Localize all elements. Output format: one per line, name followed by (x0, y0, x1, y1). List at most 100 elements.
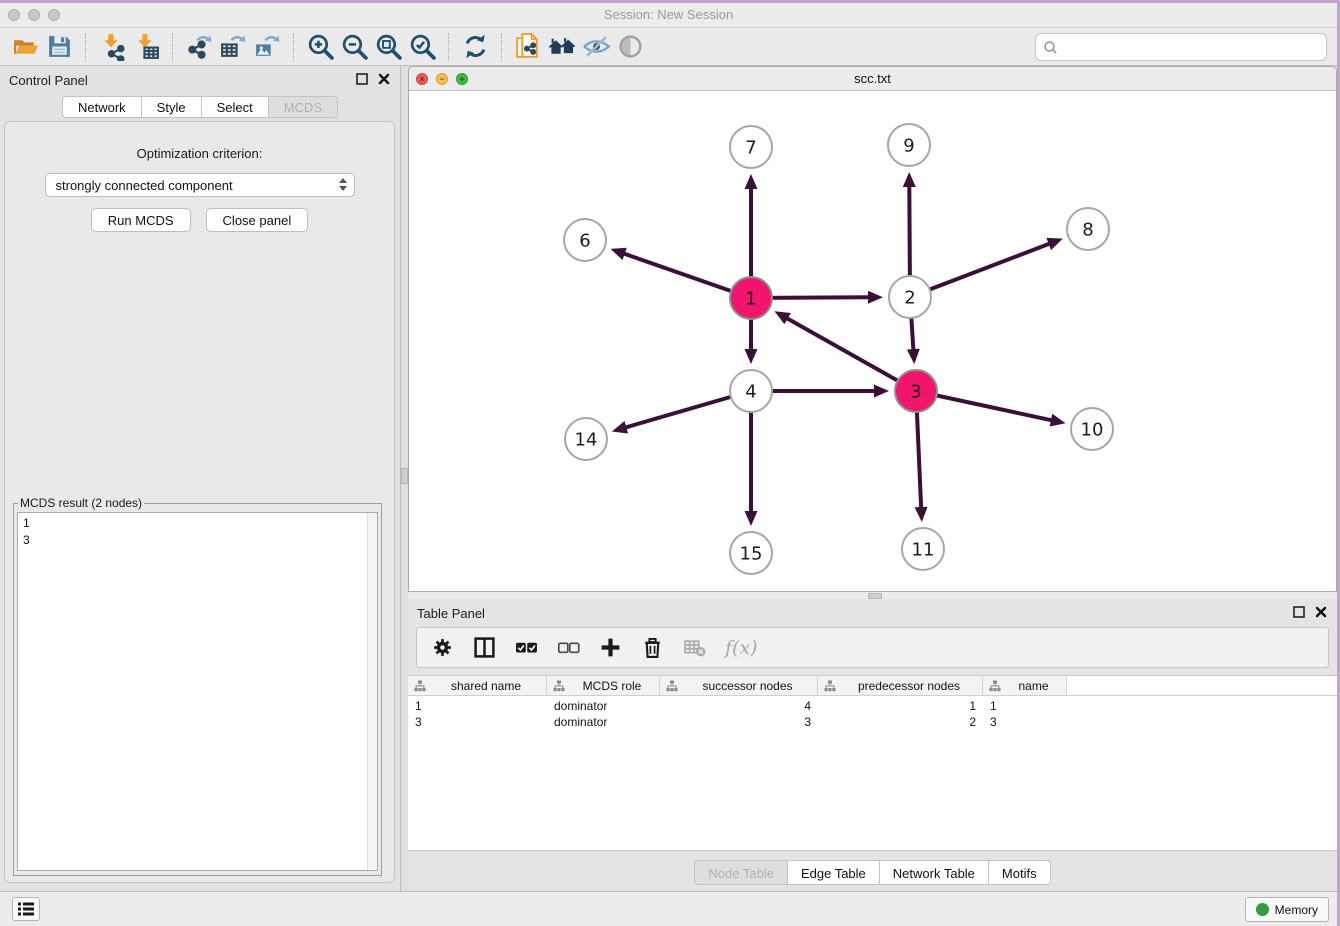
table-panel-header: Table Panel (408, 599, 1337, 626)
hide-selected-icon[interactable] (579, 31, 613, 63)
network-canvas[interactable]: 7 9 6 8 1 2 4 3 14 10 15 11 (409, 91, 1336, 591)
graph-node-8[interactable]: 8 (1067, 208, 1109, 250)
deselect-all-icon[interactable] (557, 636, 580, 659)
tab-motifs[interactable]: Motifs (989, 860, 1051, 885)
table-panel-title: Table Panel (417, 606, 485, 621)
tab-style[interactable]: Style (142, 96, 202, 118)
table-header-row: shared nameMCDS rolesuccessor nodesprede… (408, 676, 1337, 696)
tab-network[interactable]: Network (62, 96, 142, 118)
memory-status-icon (1256, 903, 1269, 916)
table-cell: 1 (818, 698, 983, 714)
export-table-icon[interactable] (216, 31, 250, 63)
zoom-in-icon[interactable] (303, 31, 337, 63)
control-panel: Control Panel NetworkStyleSelectMCDS Opt… (0, 66, 401, 891)
graph-node-4[interactable]: 4 (730, 370, 772, 412)
graph-node-6[interactable]: 6 (564, 219, 606, 261)
table-row[interactable]: 3dominator323 (408, 714, 1337, 730)
result-line: 1 (23, 515, 372, 532)
horizontal-splitter[interactable] (408, 592, 1337, 599)
node-table: shared nameMCDS rolesuccessor nodesprede… (408, 675, 1337, 851)
toolbar-separator (448, 33, 449, 61)
list-icon (14, 898, 38, 920)
graph-node-7[interactable]: 7 (730, 126, 772, 168)
mcds-tab-pane: Optimization criterion: strongly connect… (4, 121, 395, 883)
tab-network-table[interactable]: Network Table (880, 860, 989, 885)
toolbar-separator (172, 33, 173, 61)
tab-node-table[interactable]: Node Table (694, 860, 788, 885)
graph-node-2[interactable]: 2 (889, 276, 931, 318)
tab-select[interactable]: Select (202, 96, 269, 118)
select-stepper-icon (339, 178, 347, 191)
tab-mcds[interactable]: MCDS (269, 96, 338, 118)
split-panel-icon[interactable] (473, 636, 496, 659)
search-input[interactable] (1058, 34, 1326, 60)
add-row-icon[interactable] (599, 636, 622, 659)
graph-node-1[interactable]: 1 (730, 277, 772, 319)
memory-button[interactable]: Memory (1245, 897, 1329, 922)
status-bar: Memory (0, 891, 1337, 926)
close-panel-icon[interactable] (378, 73, 390, 85)
mcds-result-title: MCDS result (2 nodes) (18, 496, 144, 510)
float-panel-icon[interactable] (1293, 606, 1305, 618)
export-network-icon[interactable] (182, 31, 216, 63)
open-session-icon[interactable] (8, 31, 42, 63)
application-window: Session: New Session Control Panel Netwo… (0, 3, 1337, 926)
network-window-titlebar[interactable]: × − + scc.txt (409, 67, 1336, 91)
column-header-predecessor-nodes[interactable]: predecessor nodes (818, 676, 983, 695)
import-table-icon[interactable] (129, 31, 163, 63)
zoom-selected-icon[interactable] (405, 31, 439, 63)
settings-icon[interactable] (431, 636, 454, 659)
splitter-grip[interactable] (401, 468, 408, 484)
delete-row-icon[interactable] (641, 636, 664, 659)
column-header-name[interactable]: name (983, 676, 1067, 695)
close-panel-button[interactable]: Close panel (206, 208, 309, 232)
float-panel-icon[interactable] (356, 73, 368, 85)
result-line: 3 (23, 532, 372, 549)
graph-node-15[interactable]: 15 (730, 532, 772, 574)
zoom-out-icon[interactable] (337, 31, 371, 63)
graph-node-10[interactable]: 10 (1071, 408, 1113, 450)
table-cell: dominator (547, 698, 660, 714)
save-session-icon[interactable] (42, 31, 76, 63)
column-header-MCDS-role[interactable]: MCDS role (547, 676, 660, 695)
tab-edge-table[interactable]: Edge Table (788, 860, 880, 885)
graph-node-14[interactable]: 14 (565, 418, 607, 460)
svg-text:4: 4 (745, 382, 756, 403)
zoom-fit-icon[interactable] (371, 31, 405, 63)
mcds-result-textarea[interactable]: 13 (17, 512, 378, 871)
home-icon[interactable] (545, 31, 579, 63)
import-network-icon[interactable] (95, 31, 129, 63)
table-row[interactable]: 1dominator411 (408, 698, 1337, 714)
search-box[interactable] (1035, 33, 1327, 61)
close-panel-icon[interactable] (1315, 606, 1327, 618)
mcds-result-lines: 13 (23, 515, 372, 549)
column-header-shared-name[interactable]: shared name (408, 676, 547, 695)
svg-text:1: 1 (745, 289, 756, 310)
graph-node-9[interactable]: 9 (888, 124, 930, 166)
graph-node-3[interactable]: 3 (895, 370, 937, 412)
svg-text:10: 10 (1081, 420, 1104, 441)
window-title: Session: New Session (0, 7, 1337, 22)
run-mcds-button[interactable]: Run MCDS (91, 208, 191, 232)
hierarchy-icon (989, 680, 1001, 692)
optimization-criterion-select[interactable]: strongly connected component (45, 173, 355, 197)
svg-text:7: 7 (745, 138, 756, 159)
select-all-icon[interactable] (515, 636, 538, 659)
toolbar-separator (501, 33, 502, 61)
table-cell: 2 (818, 714, 983, 730)
network-window-title: scc.txt (409, 71, 1336, 86)
hierarchy-icon (824, 680, 836, 692)
refresh-icon[interactable] (458, 31, 492, 63)
table-cell: 3 (983, 714, 1067, 730)
table-cell: 1 (983, 698, 1067, 714)
network-from-file-icon[interactable] (511, 31, 545, 63)
result-scrollbar (367, 513, 377, 870)
column-header-successor-nodes[interactable]: successor nodes (660, 676, 818, 695)
svg-text:3: 3 (910, 382, 921, 403)
export-image-icon[interactable] (250, 31, 284, 63)
task-history-button[interactable] (12, 897, 40, 921)
vertical-splitter[interactable] (401, 66, 408, 891)
svg-text:11: 11 (912, 540, 935, 561)
graph-node-11[interactable]: 11 (902, 528, 944, 570)
svg-text:2: 2 (904, 288, 915, 309)
